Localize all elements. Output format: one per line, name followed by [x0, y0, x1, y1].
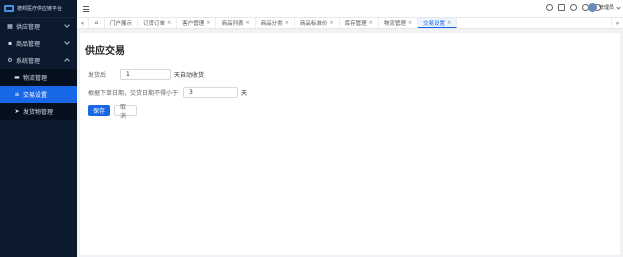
tab-label: 客户管理 [182, 21, 205, 27]
home-icon: ⌂ [94, 20, 99, 26]
sidebar: 德邦医疗供应链平台 ▦ 供应管理 ▪ 商品管理 ⚙ 系统管理 ▬ 物流管理 ≡ … [0, 0, 77, 257]
tab-label: 商品分类 [260, 21, 283, 27]
close-icon[interactable]: × [167, 20, 171, 26]
auto-receive-row: 发货后 1 天自动收货 [88, 69, 204, 80]
tab-home[interactable]: ⌂ [89, 18, 105, 28]
sidebar-menu: ▦ 供应管理 ▪ 商品管理 ⚙ 系统管理 [0, 18, 77, 69]
tab-orders[interactable]: 订货订单 × [138, 18, 178, 28]
tab-label: 订货订单 [143, 21, 166, 27]
app-root: 德邦医疗供应链平台 ▦ 供应管理 ▪ 商品管理 ⚙ 系统管理 ▬ 物流管理 ≡ … [0, 0, 623, 257]
gear-icon: ⚙ [7, 57, 13, 64]
sidebar-subitem-shipment[interactable]: ➤ 发货物管理 [0, 103, 77, 120]
sliders-icon: ≡ [14, 91, 20, 98]
tabs-scroll-left-icon[interactable]: « [77, 18, 89, 28]
main-content: 供应交易 发货后 1 天自动收货 根据下单日期，交货日期不得小于 3 天 保存 … [80, 33, 620, 255]
tab-product-category[interactable]: 商品分类 × [256, 18, 295, 28]
sidebar-item-supply[interactable]: ▦ 供应管理 [0, 18, 77, 35]
tab-label: 物流管理 [383, 21, 406, 27]
menu-toggle-icon[interactable] [83, 6, 89, 12]
tabs-bar: « ⌂ 门户展示 订货订单 × 客户管理 × 商品列表 × 商品分类 × 商品标… [77, 18, 623, 29]
close-icon[interactable]: × [447, 20, 451, 26]
tab-label: 商品列表 [221, 21, 244, 27]
apps-icon: ▪ [7, 40, 13, 47]
logo: 德邦医疗供应链平台 [0, 0, 77, 18]
tab-label: 交易设置 [423, 20, 446, 27]
chevron-down-icon [616, 4, 621, 10]
tab-trade-settings[interactable]: 交易设置 × [418, 18, 458, 28]
sidebar-subitem-label: 发货物管理 [23, 109, 54, 116]
user-name: 管理员 [598, 5, 614, 11]
tab-inventory[interactable]: 库存管理 × [340, 18, 379, 28]
grid-icon: ▦ [7, 23, 13, 30]
tab-standard-price[interactable]: 商品标准价 × [295, 18, 340, 28]
auto-receive-days-input[interactable]: 1 [120, 69, 172, 80]
folder-icon: ▬ [14, 74, 20, 81]
tabs-scroll-right-icon[interactable]: » [611, 18, 623, 28]
search-icon[interactable] [546, 4, 553, 11]
delivery-days-prefix: 根据下单日期，交货日期不得小于 [88, 90, 179, 97]
tab-customers[interactable]: 客户管理 × [177, 18, 217, 28]
form-actions: 保存 取消 [88, 104, 137, 120]
delivery-days-row: 根据下单日期，交货日期不得小于 3 天 [88, 87, 247, 98]
chevron-down-icon [64, 39, 70, 45]
sidebar-item-goods[interactable]: ▪ 商品管理 [0, 35, 77, 52]
logo-text: 德邦医疗供应链平台 [17, 6, 63, 12]
sidebar-submenu: ▬ 物流管理 ≡ 交易设置 ➤ 发货物管理 [0, 69, 77, 120]
tab-label: 门户展示 [110, 21, 133, 27]
close-icon[interactable]: × [285, 20, 289, 26]
logo-icon [4, 5, 14, 12]
tab-portal[interactable]: 门户展示 [105, 18, 139, 28]
chevron-up-icon [64, 58, 70, 64]
sidebar-subitem-logistics[interactable]: ▬ 物流管理 [0, 69, 77, 86]
sidebar-item-label: 系统管理 [16, 58, 41, 65]
close-icon[interactable]: × [206, 20, 210, 26]
auto-receive-prefix: 发货后 [88, 72, 107, 79]
close-icon[interactable]: × [369, 20, 373, 26]
tab-label: 商品标准价 [299, 21, 328, 27]
chevron-down-icon [64, 22, 70, 28]
bell-icon[interactable] [570, 4, 577, 11]
sidebar-subitem-label: 物流管理 [23, 75, 48, 82]
sidebar-subitem-trade-settings[interactable]: ≡ 交易设置 [0, 86, 77, 103]
tab-product-list[interactable]: 商品列表 × [216, 18, 256, 28]
send-icon: ➤ [14, 108, 20, 115]
tab-logistics[interactable]: 物流管理 × [379, 18, 419, 28]
close-icon[interactable]: × [245, 20, 249, 26]
page-title: 供应交易 [85, 46, 125, 57]
cancel-button[interactable]: 取消 [114, 104, 137, 120]
sidebar-subitem-label: 交易设置 [23, 92, 48, 99]
avatar [587, 3, 597, 12]
auto-receive-suffix: 天自动收货 [174, 72, 205, 79]
top-header: 管理员 [77, 0, 623, 18]
delivery-days-suffix: 天 [241, 90, 248, 97]
close-icon[interactable]: × [408, 20, 412, 26]
user-menu[interactable]: 管理员 [587, 3, 621, 12]
sidebar-item-label: 商品管理 [16, 41, 41, 48]
delivery-days-input[interactable]: 3 [183, 87, 239, 98]
sidebar-item-label: 供应管理 [16, 24, 41, 31]
message-icon[interactable] [558, 4, 565, 11]
sidebar-item-system[interactable]: ⚙ 系统管理 [0, 52, 77, 69]
tab-label: 库存管理 [344, 21, 367, 27]
close-icon[interactable]: × [329, 20, 333, 26]
save-button[interactable]: 保存 [88, 105, 110, 116]
